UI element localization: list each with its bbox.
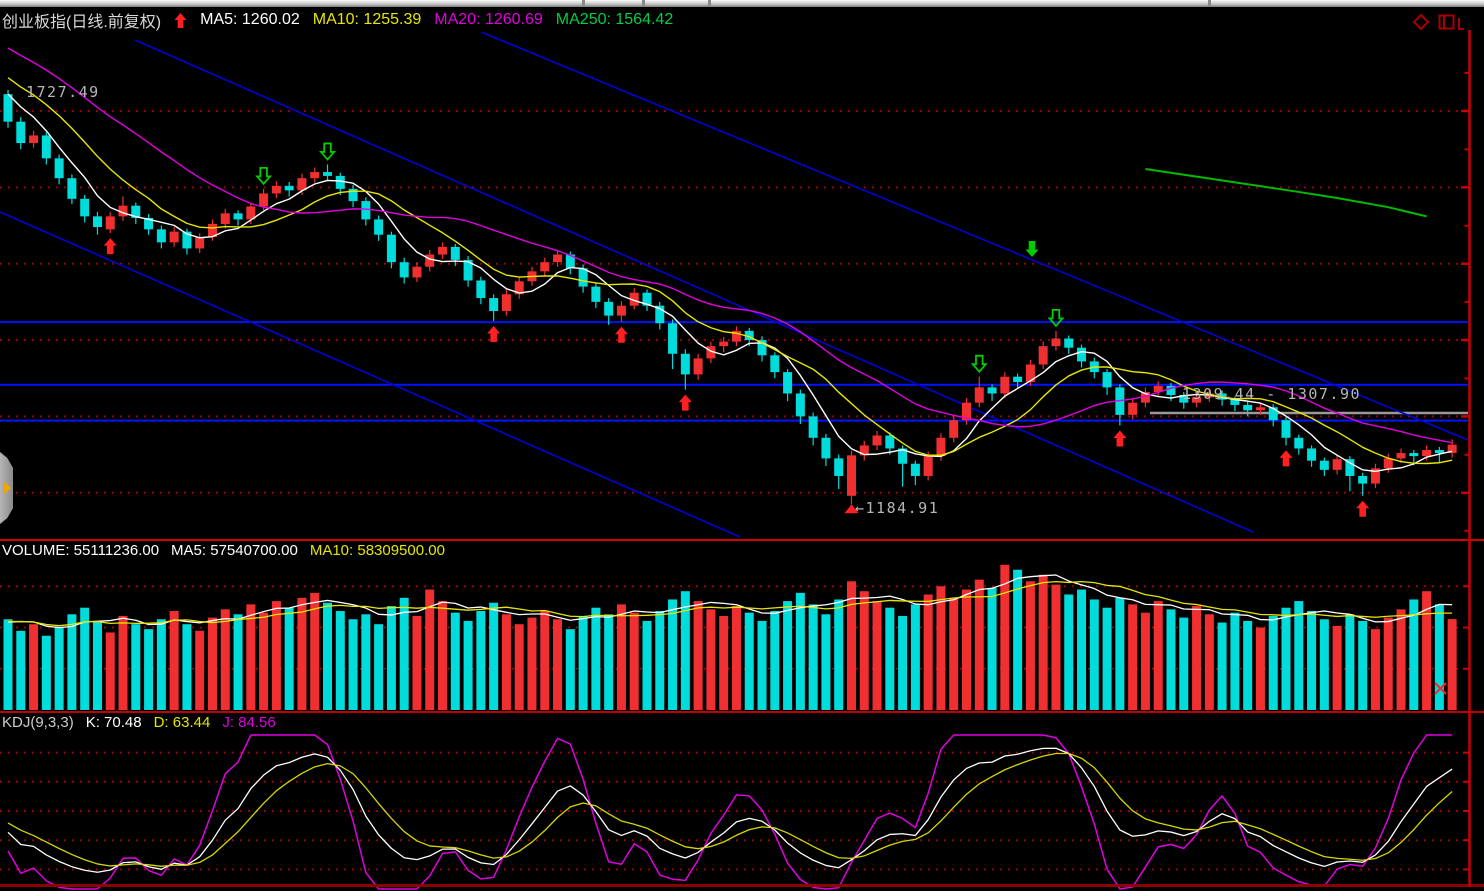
- volume-ma10-value: MA10: 58309500.00: [310, 542, 445, 559]
- up-arrow-icon: [174, 12, 187, 29]
- kdj-k-value: K: 70.48: [86, 714, 142, 731]
- close-icon[interactable]: [1433, 681, 1449, 697]
- price-panel-header: 创业板指(日线.前复权) MA5: 1260.02 MA10: 1255.39 …: [2, 9, 673, 31]
- trend-lines: [0, 32, 1468, 537]
- ma5-value: MA5: 1260.02: [200, 11, 300, 29]
- diamond-icon[interactable]: [1412, 13, 1430, 31]
- candlesticks: [4, 90, 1457, 504]
- symbol-title: 创业板指(日线.前复权): [2, 8, 161, 32]
- volume-bars: [4, 565, 1457, 710]
- kdj-j-value: J: 84.56: [222, 714, 275, 731]
- buy-arrows: [104, 238, 1369, 517]
- chart-canvas[interactable]: [0, 0, 1484, 891]
- ma10-value: MA10: 1255.39: [313, 11, 422, 29]
- ma250-line: [1145, 169, 1426, 216]
- range-label: 1309.44 - 1307.90: [1182, 385, 1361, 403]
- expand-arrow-icon: [3, 481, 11, 495]
- price-gridlines: [0, 111, 1468, 493]
- volume-ma5-value: MA5: 57540700.00: [171, 542, 298, 559]
- kdj-panel-header: KDJ(9,3,3) K: 70.48 D: 63.44 J: 84.56: [2, 714, 276, 731]
- high-price-label: 1727.49: [26, 83, 100, 101]
- ma20-value: MA20: 1260.69: [434, 11, 543, 29]
- ma250-value: MA250: 1564.42: [556, 11, 673, 29]
- float-arrow: [1026, 241, 1039, 257]
- kdj-indicator-name: KDJ(9,3,3): [2, 714, 74, 731]
- right-axis: [1461, 30, 1470, 887]
- stock-chart-window: 创业板指(日线.前复权) MA5: 1260.02 MA10: 1255.39 …: [0, 0, 1484, 891]
- volume-panel-header: VOLUME: 55111236.00 MA5: 57540700.00 MA1…: [2, 542, 445, 559]
- panel-controls: [1412, 13, 1464, 31]
- volume-value: VOLUME: 55111236.00: [2, 542, 159, 559]
- low-price-label: ←1184.91: [855, 499, 939, 517]
- sell-arrows: [257, 143, 1062, 371]
- kdj-d-value: D: 63.44: [154, 714, 211, 731]
- panel-separators: [0, 539, 1484, 887]
- window-icon[interactable]: [1438, 13, 1464, 31]
- kdj-gridlines: [0, 753, 1468, 870]
